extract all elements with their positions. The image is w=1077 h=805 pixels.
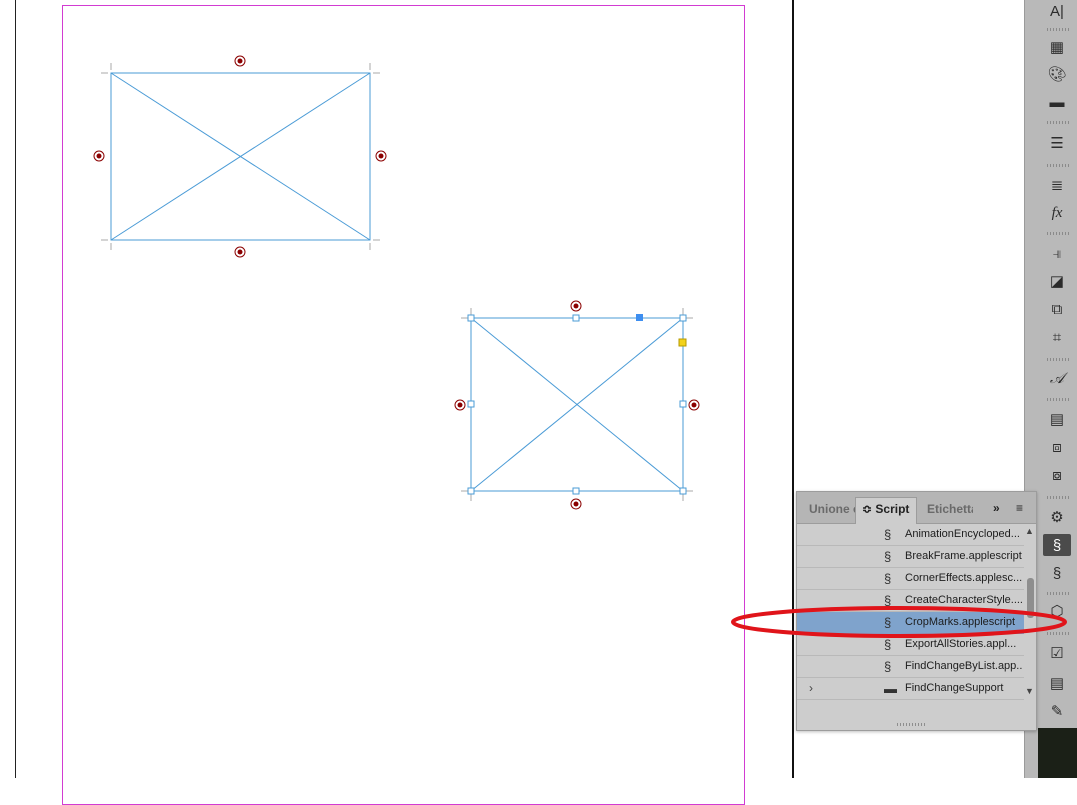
dock-grip[interactable] — [1047, 121, 1069, 124]
dock-grip[interactable] — [1047, 358, 1069, 361]
list-item[interactable]: § CornerEffects.applesc... — [797, 568, 1024, 590]
list-item[interactable]: § ExportAllStories.appl... — [797, 634, 1024, 656]
scripts-panel: Unione c ≎ Script Etichetta » ≡ § Animat… — [796, 491, 1037, 731]
tab-script[interactable]: ≎ Script — [855, 497, 917, 524]
frames-layer — [93, 55, 700, 510]
glyphs-icon[interactable]: 𝒜 — [1043, 368, 1071, 390]
more-tabs-button[interactable]: » — [993, 501, 1000, 515]
script-icon: § — [884, 527, 892, 542]
script-label-icon[interactable]: § — [1043, 562, 1071, 584]
script-icon: § — [884, 549, 892, 564]
scroll-up-icon[interactable]: ▲ — [1025, 526, 1034, 536]
notes-icon[interactable]: ▤ — [1043, 672, 1071, 694]
list-scrollbar[interactable]: ▲ ▼ — [1024, 524, 1036, 698]
scripts-gear-icon[interactable]: ⚙ — [1043, 506, 1071, 528]
dock-grip[interactable] — [1047, 164, 1069, 167]
effects-icon[interactable]: fx — [1043, 202, 1071, 224]
assignments-icon[interactable]: ✎ — [1043, 700, 1071, 722]
tab-unione[interactable]: Unione c — [801, 498, 855, 523]
pathfinder-icon[interactable]: ◪ — [1043, 270, 1071, 292]
desktop-background — [1038, 728, 1077, 778]
script-icon: § — [884, 659, 892, 674]
folder-icon: ▬ — [884, 681, 897, 696]
data-merge-icon[interactable]: ⬡ — [1043, 600, 1071, 622]
dock-grip[interactable] — [1047, 398, 1069, 401]
image-frame-2[interactable] — [454, 300, 700, 510]
align-icon[interactable]: ⫣ — [1043, 242, 1071, 264]
bounding-icon[interactable]: ⌗ — [1043, 326, 1071, 348]
script-icon: § — [884, 593, 892, 608]
live-corner-handle[interactable] — [678, 338, 687, 347]
list-item[interactable]: § BreakFrame.applescript — [797, 546, 1024, 568]
stroke-icon[interactable]: ☰ — [1043, 132, 1071, 154]
table-icon[interactable]: ▤ — [1043, 408, 1071, 430]
pages-icon[interactable]: ⧈ — [1043, 436, 1071, 458]
script-icon: § — [884, 637, 892, 652]
dock-grip[interactable] — [1047, 592, 1069, 595]
script-icon: § — [884, 615, 892, 630]
dock-grip[interactable] — [1047, 28, 1069, 31]
folder-item[interactable]: › ▬ FindChangeSupport — [797, 678, 1024, 700]
tab-etichetta[interactable]: Etichetta — [919, 498, 973, 523]
transform-icon[interactable]: ⧉ — [1043, 298, 1071, 320]
list-item-selected[interactable]: § CropMarks.applescript — [797, 612, 1024, 634]
panel-resize-grip[interactable] — [897, 723, 927, 726]
dock-grip[interactable] — [1047, 232, 1069, 235]
list-item[interactable]: § FindChangeByList.app... — [797, 656, 1024, 678]
scripts-list: § AnimationEncycloped... § BreakFrame.ap… — [797, 524, 1024, 700]
dock-grip[interactable] — [1047, 496, 1069, 499]
color-icon[interactable]: 🎨︎ — [1043, 63, 1071, 85]
scripts-icon[interactable]: § — [1043, 534, 1071, 556]
list-item[interactable]: § CreateCharacterStyle.... — [797, 590, 1024, 612]
script-icon: § — [884, 571, 892, 586]
layers-icon[interactable]: ⧇ — [1043, 464, 1071, 486]
preflight-icon[interactable]: ☑ — [1043, 642, 1071, 664]
panel-tab-bar: Unione c ≎ Script Etichetta » ≡ — [797, 492, 1036, 524]
content-grabber-handle[interactable] — [636, 314, 643, 321]
scroll-thumb[interactable] — [1027, 578, 1034, 618]
swatches-icon[interactable]: ▦ — [1043, 36, 1071, 58]
image-frame-1[interactable] — [93, 55, 387, 258]
list-item[interactable]: § AnimationEncycloped... — [797, 524, 1024, 546]
tab-prefix-icon: ≎ — [862, 502, 873, 516]
gradient-icon[interactable]: ▬ — [1043, 91, 1071, 113]
paragraph-icon[interactable]: ≣ — [1043, 174, 1071, 196]
scroll-down-icon[interactable]: ▼ — [1025, 686, 1034, 696]
panel-menu-icon[interactable]: ≡ — [1016, 501, 1023, 515]
character-icon[interactable]: A| — [1043, 0, 1071, 22]
dock-grip[interactable] — [1047, 632, 1069, 635]
expand-chevron-icon[interactable]: › — [809, 681, 813, 695]
